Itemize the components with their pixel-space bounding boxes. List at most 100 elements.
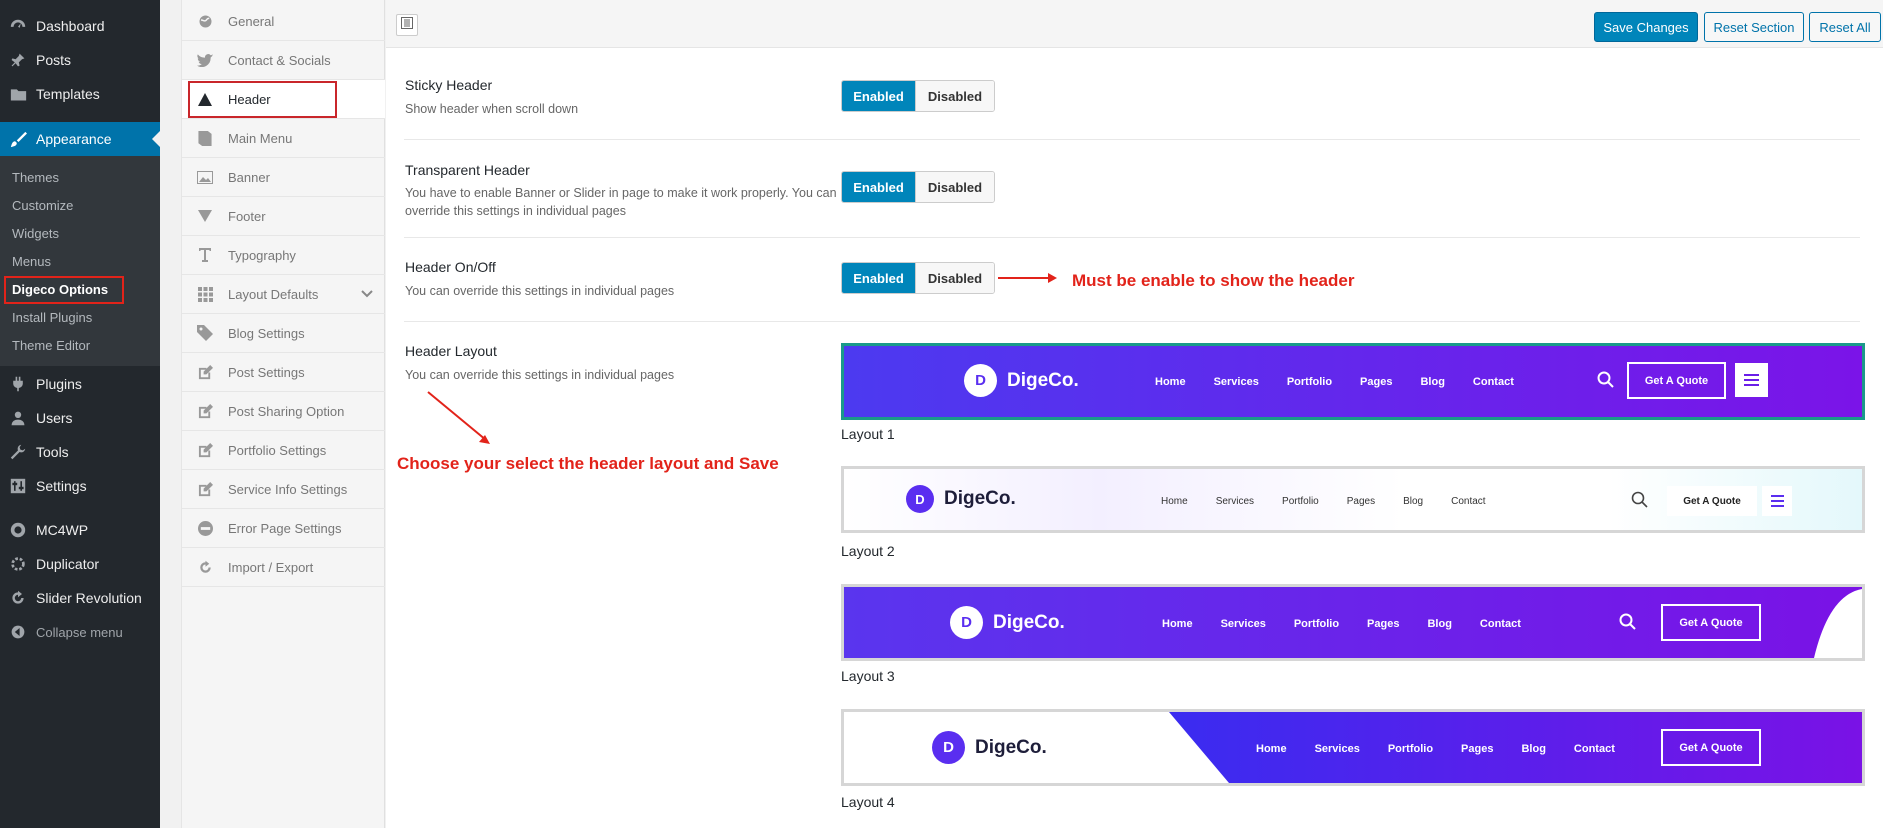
preview-logo: D DigeCo. (950, 606, 1065, 639)
menu-tools[interactable]: Tools (0, 435, 160, 469)
layout-1-preview[interactable]: D DigeCo. Home Services Portfolio Pages … (841, 343, 1865, 420)
plug-icon (0, 376, 36, 392)
layout-1-caption: Layout 1 (841, 426, 895, 442)
twitter-icon (182, 53, 228, 67)
dev-mode-button[interactable] (396, 14, 418, 36)
preview-nav: Home Services Portfolio Pages Blog Conta… (1155, 376, 1542, 388)
onoff-enabled-button[interactable]: Enabled (842, 263, 915, 293)
menu-users[interactable]: Users (0, 401, 160, 435)
tab-import-export[interactable]: Import / Export (182, 548, 385, 587)
preview-nav-home: Home (1256, 743, 1287, 755)
sticky-header-desc: Show header when scroll down (405, 102, 579, 116)
text-icon (182, 247, 228, 263)
annotation-arrow-down (427, 391, 490, 444)
tab-header[interactable]: Header (182, 80, 385, 119)
tab-footer-label: Footer (228, 208, 266, 224)
sticky-header-toggle: Enabled Disabled (841, 80, 995, 112)
header-onoff-desc: You can override this settings in indivi… (405, 284, 675, 298)
menu-dashboard[interactable]: Dashboard (0, 9, 160, 43)
tab-contact-socials[interactable]: Contact & Socials (182, 41, 385, 80)
menu-settings-label: Settings (36, 478, 87, 494)
tab-contact-socials-label: Contact & Socials (228, 52, 331, 68)
menu-duplicator[interactable]: Duplicator (0, 547, 160, 581)
tab-typography[interactable]: Typography (182, 236, 385, 275)
preview-brand: DigeCo. (1007, 369, 1079, 391)
preview-nav-home: Home (1162, 618, 1193, 630)
preview-nav-portfolio: Portfolio (1286, 376, 1333, 388)
folder-icon (0, 87, 36, 102)
preview-nav-pages: Pages (1360, 376, 1393, 388)
transparent-enabled-button[interactable]: Enabled (842, 172, 915, 202)
layout-3-preview[interactable]: D DigeCo. Home Services Portfolio Pages … (841, 584, 1865, 661)
sticky-enabled-button[interactable]: Enabled (842, 81, 915, 111)
tab-import-export-label: Import / Export (228, 559, 314, 575)
search-icon (1619, 613, 1636, 630)
tab-blog-settings[interactable]: Blog Settings (182, 314, 385, 353)
tab-post-settings[interactable]: Post Settings (182, 353, 385, 392)
submenu-themes[interactable]: Themes (12, 170, 59, 185)
edit-icon (182, 442, 228, 458)
submenu-install-plugins[interactable]: Install Plugins (12, 310, 92, 325)
preview-quote-button: Get A Quote (1661, 604, 1761, 641)
menu-mc4wp-label: MC4WP (36, 522, 89, 538)
annotation-must-enable: Must be enable to show the header (1072, 271, 1355, 290)
tab-general[interactable]: General (182, 2, 385, 41)
menu-settings[interactable]: Settings (0, 469, 160, 503)
preview-nav-contact: Contact (1479, 618, 1521, 630)
submenu-menus[interactable]: Menus (12, 254, 51, 269)
tab-post-sharing-option[interactable]: Post Sharing Option (182, 392, 385, 431)
menu-icon (1735, 363, 1768, 397)
menu-users-label: Users (36, 410, 73, 426)
reset-all-button[interactable]: Reset All (1809, 12, 1881, 42)
menu-posts[interactable]: Posts (0, 43, 160, 77)
minus-circle-icon (182, 520, 228, 536)
appearance-submenu: Themes Customize Widgets Menus Digeco Op… (0, 156, 160, 366)
tab-portfolio-settings-label: Portfolio Settings (228, 442, 327, 458)
preview-nav-portfolio: Portfolio (1293, 618, 1340, 630)
menu-slider-revolution[interactable]: Slider Revolution (0, 581, 160, 615)
image-icon (182, 170, 228, 184)
tab-error-page-settings-label: Error Page Settings (228, 520, 342, 536)
layout-2-preview[interactable]: D DigeCo. Home Services Portfolio Pages … (841, 466, 1865, 533)
menu-slider-revolution-label: Slider Revolution (36, 590, 142, 606)
header-layout-desc: You can override this settings in indivi… (405, 368, 675, 382)
reset-section-button[interactable]: Reset Section (1704, 12, 1804, 42)
layout-4-preview[interactable]: D DigeCo. Home Services Portfolio Pages … (841, 709, 1865, 786)
menu-templates[interactable]: Templates (0, 77, 160, 111)
layout-3-caption: Layout 3 (841, 668, 895, 684)
tab-service-info-settings-label: Service Info Settings (228, 481, 348, 497)
menu-mc4wp[interactable]: MC4WP (0, 513, 160, 547)
menu-appearance[interactable]: Appearance (0, 122, 160, 156)
tab-error-page-settings[interactable]: Error Page Settings (182, 509, 385, 548)
tab-main-menu[interactable]: Main Menu (182, 119, 385, 158)
tab-banner[interactable]: Banner (182, 158, 385, 197)
menu-posts-label: Posts (36, 52, 72, 68)
submenu-widgets[interactable]: Widgets (12, 226, 59, 241)
tab-portfolio-settings[interactable]: Portfolio Settings (182, 431, 385, 470)
preview-quote-button: Get A Quote (1667, 486, 1757, 516)
chevron-down-icon (361, 287, 373, 301)
transparent-disabled-button[interactable]: Disabled (915, 172, 994, 202)
submenu-customize[interactable]: Customize (12, 198, 73, 213)
menu-plugins[interactable]: Plugins (0, 367, 160, 401)
submenu-theme-editor[interactable]: Theme Editor (12, 338, 90, 353)
search-icon (1631, 491, 1648, 508)
onoff-disabled-button[interactable]: Disabled (915, 263, 994, 293)
save-changes-button[interactable]: Save Changes (1594, 12, 1698, 42)
menu-appearance-label: Appearance (36, 131, 112, 147)
preview-brand: DigeCo. (944, 488, 1016, 509)
tab-service-info-settings[interactable]: Service Info Settings (182, 470, 385, 509)
divider (404, 139, 1860, 140)
preview-nav: Home Services Portfolio Pages Blog Conta… (1162, 618, 1549, 630)
logo-mark-icon: D (932, 731, 965, 764)
menu-icon (1762, 486, 1792, 516)
sticky-disabled-button[interactable]: Disabled (915, 81, 994, 111)
book-icon (182, 130, 228, 146)
globe-icon (182, 14, 228, 29)
preview-nav-services: Services (1314, 743, 1360, 755)
tab-footer[interactable]: Footer (182, 197, 385, 236)
options-tab-nav: General Contact & Socials Header Main Me… (181, 0, 385, 828)
tab-layout-defaults[interactable]: Layout Defaults (182, 275, 385, 314)
preview-logo: D DigeCo. (906, 485, 1016, 513)
collapse-menu[interactable]: Collapse menu (0, 615, 160, 649)
